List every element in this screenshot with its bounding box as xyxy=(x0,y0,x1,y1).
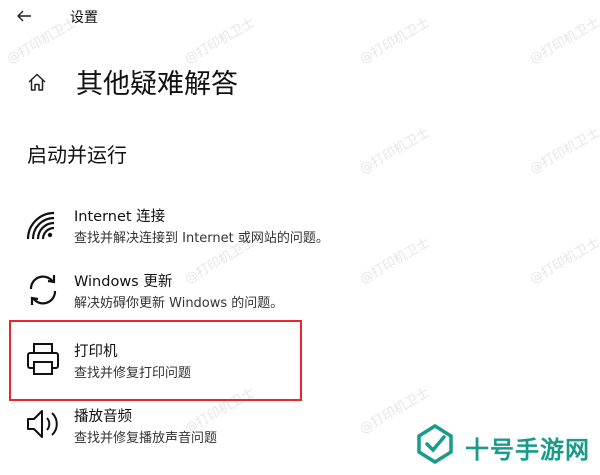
back-button[interactable] xyxy=(14,6,42,28)
brand-logo-icon xyxy=(417,423,453,465)
watermark: @打印机卫士 xyxy=(527,125,600,178)
item-label: 打印机 xyxy=(74,344,118,360)
troubleshooter-printer[interactable]: 打印机 查找并修复打印问题 xyxy=(20,340,440,388)
watermark: @打印机卫士 xyxy=(527,235,600,288)
speaker-icon xyxy=(27,410,58,438)
troubleshooter-audio[interactable]: 播放音频 查找并修复播放声音问题 xyxy=(20,405,440,453)
item-description: 查找并修复播放声音问题 xyxy=(74,431,218,446)
home-icon[interactable] xyxy=(26,71,48,93)
section-title: 启动并运行 xyxy=(27,143,127,167)
troubleshooter-windows-update[interactable]: Windows 更新 解决妨碍你更新 Windows 的问题。 xyxy=(20,270,440,318)
page-title: 其他疑难解答 xyxy=(76,69,238,100)
watermark: @打印机卫士 xyxy=(357,125,433,178)
title-bar: 设置 xyxy=(0,0,600,36)
item-description: 查找并修复打印问题 xyxy=(74,366,192,381)
item-label: Windows 更新 xyxy=(74,274,173,290)
item-description: 查找并解决连接到 Internet 或网站的问题。 xyxy=(74,231,329,246)
brand-name: 十号手游网 xyxy=(465,436,590,464)
item-label: Internet 连接 xyxy=(74,209,166,225)
item-label: 播放音频 xyxy=(74,409,132,425)
wifi-icon xyxy=(26,211,55,240)
troubleshooter-internet[interactable]: Internet 连接 查找并解决连接到 Internet 或网站的问题。 xyxy=(20,205,440,253)
brand-watermark: 十号手游网 xyxy=(413,422,593,466)
item-description: 解决妨碍你更新 Windows 的问题。 xyxy=(74,296,284,311)
refresh-icon xyxy=(29,275,57,305)
app-title: 设置 xyxy=(70,10,98,26)
back-arrow-icon xyxy=(17,10,31,22)
printer-icon xyxy=(27,343,59,375)
